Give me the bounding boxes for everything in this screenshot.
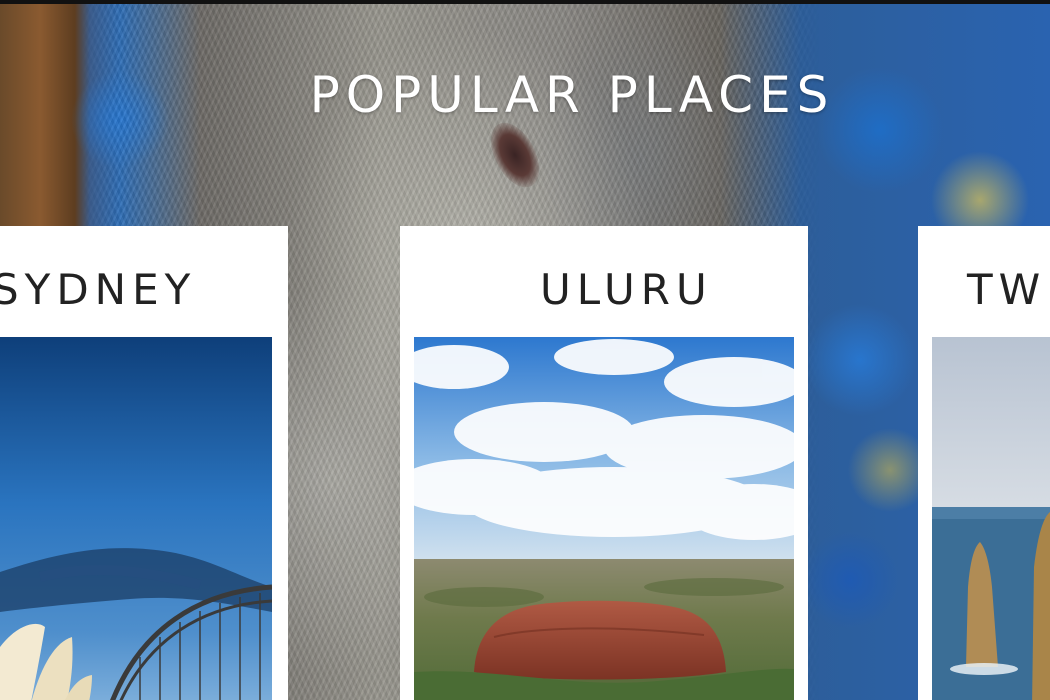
place-card-sydney-label[interactable]: SYDNEY [0,265,196,314]
section-title: POPULAR PLACES [309,66,835,124]
place-card-uluru-label[interactable]: ULURU [540,265,713,314]
twelve-apostles-photo-graphic [932,337,1050,700]
place-card-twelve-apostles-label[interactable]: TWE [967,265,1050,314]
uluru-aerial-photo[interactable] [414,337,794,700]
twelve-apostles-photo[interactable] [932,337,1050,700]
uluru-photo-graphic [414,337,794,700]
popular-places-section: POPULAR PLACES SYDNEY ULURU TW [0,0,1050,700]
top-edge-bar [0,0,1050,4]
sydney-photo-graphic [0,337,272,700]
sydney-harbour-photo[interactable] [0,337,272,700]
